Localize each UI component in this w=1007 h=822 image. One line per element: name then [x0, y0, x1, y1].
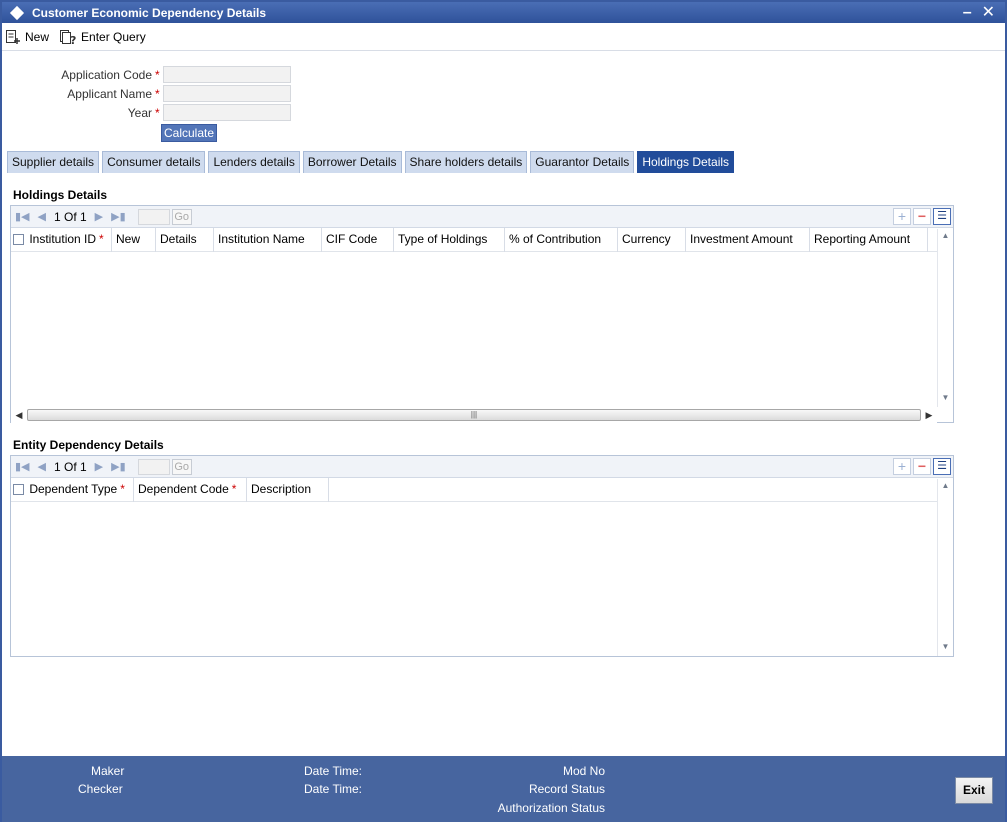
previous-page-icon[interactable]: ◀	[38, 460, 46, 473]
tab-lenders-details[interactable]: Lenders details	[208, 151, 300, 173]
tab-share-holders-details[interactable]: Share holders details	[404, 151, 528, 173]
main-window: Customer Economic Dependency Details – ✕…	[0, 0, 1007, 822]
last-page-icon[interactable]: ▶▮	[111, 210, 126, 223]
applicant-name-input[interactable]	[162, 85, 291, 102]
page-number-input[interactable]	[137, 208, 170, 225]
year-row: Year *	[2, 104, 291, 121]
application-code-label: Application Code	[61, 67, 152, 82]
holdings-col-details: Details	[156, 227, 214, 252]
holdings-col-investment-amount: Investment Amount	[686, 227, 810, 252]
holdings-section-title: Holdings Details	[13, 188, 108, 202]
scroll-right-icon[interactable]: ▶	[921, 410, 937, 421]
scroll-down-icon[interactable]: ▼	[938, 391, 953, 405]
entity-nav-bar: ▮◀ ◀ 1 Of 1 ▶ ▶▮ Go + − ☰	[11, 456, 953, 478]
holdings-col-new: New	[112, 227, 156, 252]
entity-grid: ▮◀ ◀ 1 Of 1 ▶ ▶▮ Go + − ☰ Dependent Type…	[10, 455, 954, 657]
entity-vertical-scrollbar[interactable]: ▲ ▼	[937, 479, 953, 656]
required-marker: *	[155, 86, 160, 101]
minimize-icon[interactable]: –	[963, 4, 972, 21]
entity-col-dependent-type: Dependent Type *	[11, 477, 134, 502]
holdings-col-institution-name: Institution Name	[214, 227, 322, 252]
single-view-icon[interactable]: ☰	[933, 208, 951, 225]
new-button[interactable]: New	[5, 29, 49, 45]
add-row-icon[interactable]: +	[893, 458, 911, 475]
applicant-name-row: Applicant Name *	[2, 85, 291, 102]
enter-query-button[interactable]: ? Enter Query	[59, 29, 146, 45]
window-title: Customer Economic Dependency Details	[32, 5, 267, 20]
holdings-pager: 1 Of 1	[53, 209, 87, 224]
close-icon[interactable]: ✕	[982, 4, 995, 21]
delete-row-icon[interactable]: −	[913, 208, 931, 225]
scroll-up-icon[interactable]: ▲	[938, 479, 953, 493]
previous-page-icon[interactable]: ◀	[38, 210, 46, 223]
enter-query-label: Enter Query	[81, 30, 146, 44]
record-status-label: Record Status	[528, 782, 605, 796]
holdings-col-cif-code: CIF Code	[322, 227, 394, 252]
tab-borrower-details[interactable]: Borrower Details	[302, 151, 402, 173]
holdings-nav-bar: ▮◀ ◀ 1 Of 1 ▶ ▶▮ Go + − ☰	[11, 206, 953, 228]
new-button-label: New	[25, 30, 50, 44]
applicant-name-label: Applicant Name	[67, 86, 152, 101]
required-marker: *	[155, 105, 160, 120]
entity-col-description: Description	[247, 477, 329, 502]
holdings-col-reporting-amount: Reporting Amount	[810, 227, 928, 252]
go-button[interactable]: Go	[171, 458, 192, 475]
checker-date-time-label: Date Time:	[304, 782, 363, 796]
maker-date-time-label: Date Time:	[304, 764, 363, 778]
svg-text:?: ?	[70, 34, 76, 45]
tab-guarantor-details[interactable]: Guarantor Details	[530, 151, 635, 173]
audit-footer: Maker Checker Date Time: Date Time: Mod …	[2, 756, 1005, 822]
holdings-col-currency: Currency	[618, 227, 686, 252]
calculate-button[interactable]: Calculate	[161, 124, 217, 142]
page-number-input[interactable]	[137, 458, 170, 475]
entity-pager: 1 Of 1	[53, 459, 87, 474]
authorization-status-label: Authorization Status	[497, 801, 605, 815]
first-page-icon[interactable]: ▮◀	[15, 460, 30, 473]
required-marker: *	[155, 67, 160, 82]
application-code-row: Application Code *	[2, 66, 291, 83]
holdings-vertical-scrollbar[interactable]: ▲ ▼	[937, 229, 953, 407]
toolbar: New ? Enter Query	[2, 24, 1005, 51]
title-bar: Customer Economic Dependency Details – ✕	[2, 2, 1005, 23]
entity-section-title: Entity Dependency Details	[13, 438, 164, 452]
select-all-checkbox[interactable]	[13, 483, 24, 495]
entity-col-dependent-code: Dependent Code *	[134, 477, 247, 502]
query-icon: ?	[60, 30, 76, 45]
application-code-input[interactable]	[162, 66, 291, 83]
first-page-icon[interactable]: ▮◀	[15, 210, 30, 223]
tab-bar: Supplier details Consumer details Lender…	[7, 151, 737, 173]
checker-label: Checker	[78, 782, 123, 796]
year-label: Year	[127, 105, 152, 120]
tab-holdings-details[interactable]: Holdings Details	[637, 151, 735, 173]
tab-supplier-details[interactable]: Supplier details	[7, 151, 100, 173]
holdings-grid-actions: + − ☰	[891, 208, 951, 225]
holdings-horizontal-scrollbar[interactable]: ◀ ||| ▶	[11, 407, 937, 423]
maker-label: Maker	[91, 764, 125, 778]
holdings-col-contribution: % of Contribution	[505, 227, 618, 252]
year-input[interactable]	[162, 104, 291, 121]
new-document-icon	[6, 30, 20, 44]
app-diamond-icon	[9, 5, 25, 20]
last-page-icon[interactable]: ▶▮	[111, 460, 126, 473]
go-button[interactable]: Go	[171, 208, 192, 225]
holdings-grid-header: Institution ID * New Details Institution …	[11, 227, 953, 252]
scroll-up-icon[interactable]: ▲	[938, 229, 953, 243]
entity-grid-actions: + − ☰	[891, 458, 951, 475]
next-page-icon[interactable]: ▶	[95, 210, 103, 223]
scroll-left-icon[interactable]: ◀	[11, 410, 27, 421]
delete-row-icon[interactable]: −	[913, 458, 931, 475]
exit-button[interactable]: Exit	[955, 777, 993, 804]
select-all-checkbox[interactable]	[13, 233, 24, 245]
single-view-icon[interactable]: ☰	[933, 458, 951, 475]
mod-no-label: Mod No	[562, 764, 605, 778]
holdings-col-type-of-holdings: Type of Holdings	[394, 227, 505, 252]
scroll-thumb[interactable]: |||	[27, 409, 921, 421]
holdings-col-institution-id: Institution ID *	[11, 227, 112, 252]
add-row-icon[interactable]: +	[893, 208, 911, 225]
tab-consumer-details[interactable]: Consumer details	[102, 151, 206, 173]
holdings-grid: ▮◀ ◀ 1 Of 1 ▶ ▶▮ Go + − ☰ Institution ID…	[10, 205, 954, 423]
next-page-icon[interactable]: ▶	[95, 460, 103, 473]
scroll-down-icon[interactable]: ▼	[938, 640, 953, 654]
entity-grid-header: Dependent Type * Dependent Code * Descript…	[11, 477, 953, 502]
